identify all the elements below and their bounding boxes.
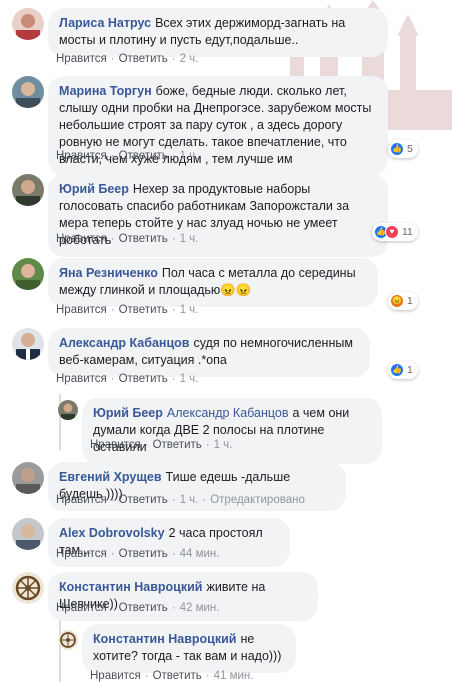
reply-link[interactable]: Ответить	[119, 373, 168, 385]
comment-time[interactable]: 1 ч.	[180, 304, 199, 316]
reaction-number: 1	[407, 295, 413, 307]
reply-link[interactable]: Ответить	[119, 150, 168, 162]
reply-link[interactable]: Ответить	[153, 670, 202, 682]
reply-link[interactable]: Ответить	[119, 548, 168, 560]
comment-time[interactable]: 42 мин.	[180, 602, 220, 614]
comment-author[interactable]: Константин Навроцкий	[59, 580, 202, 594]
avatar[interactable]	[12, 174, 44, 206]
comment-author[interactable]: Юрий Беер	[59, 182, 129, 196]
comment-actions: Нравится · Ответить · 1 ч.	[56, 150, 199, 162]
love-reaction-icon: ♥	[385, 225, 399, 239]
reply-link[interactable]: Ответить	[119, 53, 168, 65]
like-link[interactable]: Нравится	[90, 670, 141, 682]
comment-author[interactable]: Alex Dobrovolsky	[59, 526, 165, 540]
avatar[interactable]	[58, 400, 78, 420]
mention-link[interactable]: Александр Кабанцов	[167, 406, 289, 420]
comment-author[interactable]: Яна Резниченко	[59, 266, 158, 280]
reaction-count[interactable]: 👍 ♥ 11	[372, 223, 418, 241]
wheel-avatar-icon	[58, 630, 78, 650]
reply-link[interactable]: Ответить	[119, 494, 168, 506]
avatar[interactable]	[12, 462, 44, 494]
reply-link[interactable]: Ответить	[119, 233, 168, 245]
comment-author[interactable]: Александр Кабанцов	[59, 336, 189, 350]
like-reaction-icon: 👍	[390, 363, 404, 377]
like-link[interactable]: Нравится	[56, 548, 107, 560]
reply-thread-line	[59, 620, 61, 682]
comment-time[interactable]: 1 ч.	[180, 494, 199, 506]
wheel-avatar-icon	[12, 572, 44, 604]
reaction-count[interactable]: 👍 5	[388, 140, 418, 158]
comment-bubble: Александр Кабанцов судя по немногочисленн…	[48, 328, 370, 377]
avatar[interactable]	[12, 76, 44, 108]
watermark-domain: .UA	[410, 104, 426, 114]
comment-time[interactable]: 44 мин.	[180, 548, 220, 560]
comment-actions: Нравится · Ответить · 41 мин.	[90, 670, 254, 682]
avatar[interactable]	[12, 328, 44, 360]
comment-actions: Нравится · Ответить · 2 ч.	[56, 53, 199, 65]
comment-bubble: Яна Резниченко Пол часа с металла до сере…	[48, 258, 378, 307]
comment-time[interactable]: 2 ч.	[180, 53, 199, 65]
like-link[interactable]: Нравится	[90, 439, 141, 451]
comment-actions: Нравится · Ответить · 1 ч.	[90, 439, 233, 451]
angry-reaction-icon: 😠	[390, 294, 404, 308]
like-link[interactable]: Нравится	[56, 304, 107, 316]
like-link[interactable]: Нравится	[56, 602, 107, 614]
comment-time[interactable]: 1 ч.	[214, 439, 233, 451]
avatar[interactable]	[12, 258, 44, 290]
like-reaction-icon: 👍	[390, 142, 404, 156]
comment-actions: Нравится · Ответить · 1 ч.	[56, 373, 199, 385]
comment-actions: Нравится · Ответить · 42 мин.	[56, 602, 220, 614]
avatar[interactable]	[12, 572, 44, 604]
reply-link[interactable]: Ответить	[119, 602, 168, 614]
reply-bubble: Константин Навроцкий не хотите? тогда - т…	[82, 624, 296, 673]
comment-author[interactable]: Константин Навроцкий	[93, 632, 236, 646]
reply-link[interactable]: Ответить	[153, 439, 202, 451]
avatar[interactable]	[12, 8, 44, 40]
like-link[interactable]: Нравится	[56, 150, 107, 162]
comment-time[interactable]: 41 мин.	[214, 670, 254, 682]
reply-link[interactable]: Ответить	[119, 304, 168, 316]
avatar[interactable]	[12, 518, 44, 550]
comment-actions: Нравится · Ответить · 1 ч. · Отредактировано	[56, 494, 305, 506]
reaction-count[interactable]: 👍 1	[388, 361, 418, 379]
edited-label[interactable]: Отредактировано	[210, 494, 305, 506]
reaction-count[interactable]: 😠 1	[388, 292, 418, 310]
comment-author[interactable]: Лариса Натрус	[59, 16, 151, 30]
comment-actions: Нравится · Ответить · 1 ч.	[56, 233, 199, 245]
comment-author[interactable]: Марина Торгун	[59, 84, 152, 98]
like-link[interactable]: Нравится	[56, 494, 107, 506]
comment-author[interactable]: Евгений Хрущев	[59, 470, 162, 484]
comment-actions: Нравится · Ответить · 1 ч.	[56, 304, 199, 316]
comment-time[interactable]: 1 ч.	[180, 233, 199, 245]
like-link[interactable]: Нравится	[56, 53, 107, 65]
like-link[interactable]: Нравится	[56, 373, 107, 385]
comment-time[interactable]: 1 ч.	[180, 150, 199, 162]
reaction-number: 11	[402, 226, 413, 238]
comment-actions: Нравится · Ответить · 44 мин.	[56, 548, 220, 560]
comment-bubble: Лариса Натрус Всех этих держиморд-загнать…	[48, 8, 388, 57]
comment-author[interactable]: Юрий Беер	[93, 406, 163, 420]
comment-time[interactable]: 1 ч.	[180, 373, 199, 385]
reaction-number: 1	[407, 364, 413, 376]
reply-bubble: Юрий Беер Александр Кабанцов а чем они дум…	[82, 398, 382, 464]
reaction-number: 5	[407, 143, 413, 155]
avatar[interactable]	[58, 630, 78, 650]
like-link[interactable]: Нравится	[56, 233, 107, 245]
